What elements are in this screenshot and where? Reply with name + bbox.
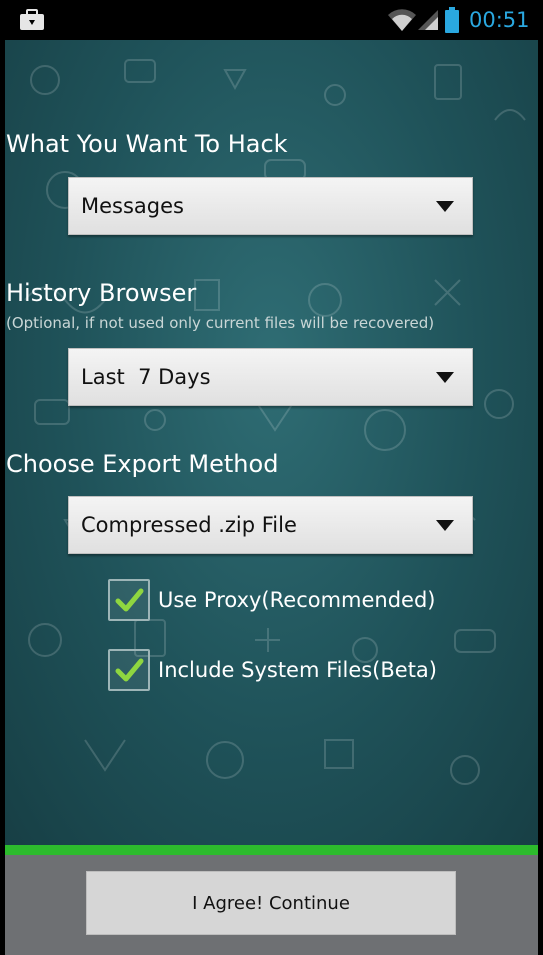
battery-icon [445,7,459,33]
progress-bar [5,845,538,855]
export-method-value: Compressed .zip File [81,513,297,537]
use-proxy-checkbox[interactable] [108,579,150,621]
wifi-icon [388,9,416,32]
footer-bar: I Agree! Continue [5,855,538,955]
briefcase-icon [20,9,44,30]
checkmark-icon [115,588,144,612]
main-content: What You Want To Hack Messages History B… [5,40,538,845]
dropdown-arrow-icon [436,372,454,383]
hack-target-dropdown[interactable]: Messages [68,177,473,235]
background-doodle-pattern [24,59,526,785]
include-system-files-label[interactable]: Include System Files(Beta) [158,649,437,691]
signal-icon [418,10,438,30]
export-method-label: Choose Export Method [6,450,279,478]
dropdown-arrow-icon [436,520,454,531]
export-method-dropdown[interactable]: Compressed .zip File [68,496,473,554]
status-bar: 00:51 [5,0,538,40]
checkmark-icon [115,658,144,682]
app-screen: 00:51 What You Want To Hack Messages His… [5,0,538,955]
use-proxy-label[interactable]: Use Proxy(Recommended) [158,579,436,621]
hack-target-label: What You Want To Hack [6,130,288,158]
include-system-files-checkbox[interactable] [108,649,150,691]
history-browser-hint: (Optional, if not used only current file… [6,314,435,332]
hack-target-value: Messages [81,194,184,218]
dropdown-arrow-icon [436,201,454,212]
agree-continue-button[interactable]: I Agree! Continue [86,871,456,935]
history-browser-label: History Browser [6,279,197,307]
status-time: 00:51 [469,8,530,32]
history-range-value: Last 7 Days [81,365,211,389]
history-range-dropdown[interactable]: Last 7 Days [68,348,473,406]
